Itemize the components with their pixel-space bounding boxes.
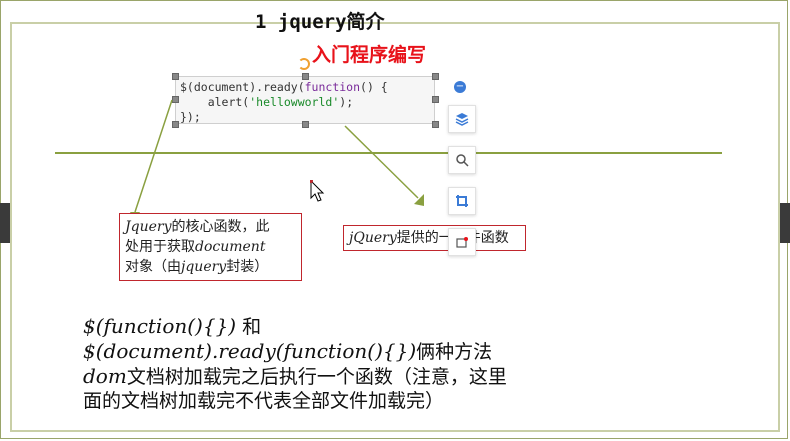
body-text: 和 [236, 316, 262, 338]
left-nav-tab[interactable] [0, 203, 10, 243]
arrow-line-right [344, 125, 419, 199]
crop-icon[interactable] [448, 187, 476, 215]
body-text: 俩种方法 [416, 341, 493, 363]
note-text: 对象（由 [125, 259, 181, 275]
note-text: jQuery [349, 230, 397, 246]
body-text: dom [83, 364, 127, 388]
body-text: 文档树加载完之后执行一个函数（注意，这里 [126, 366, 507, 388]
resize-icon[interactable] [448, 228, 476, 256]
note-text: 处用于获取 [125, 239, 195, 255]
body-line-2: $(document).ready(function(){})俩种方法 [83, 339, 507, 364]
note-text: Jquery [125, 219, 172, 235]
note-text: 的核心函数，此 [171, 219, 270, 235]
note-core-function: Jquery的核心函数，此 处用于获取document 对象（由jquery封装… [119, 213, 302, 281]
body-line-1: $(function(){}) 和 [83, 314, 507, 339]
body-line-4: 面的文档树加载完不代表全部文件加载完） [83, 390, 445, 412]
body-text: $(function(){}) [83, 314, 237, 338]
arrow-line-left [134, 99, 173, 213]
body-text: $(document).ready(function(){}) [83, 339, 417, 363]
zoom-icon[interactable] [448, 146, 476, 174]
body-text-block: $(function(){}) 和 $(document).ready(func… [83, 314, 507, 413]
mouse-pointer-icon [310, 180, 325, 202]
note-text: document [195, 239, 266, 255]
minus-icon[interactable]: − [454, 81, 466, 93]
layers-icon[interactable] [448, 105, 476, 133]
note-text: 封装） [226, 259, 269, 275]
note-jquery-function: jQuery提供的一个件函数 [343, 225, 526, 251]
right-nav-tab[interactable] [780, 203, 790, 243]
note-text: jquery [181, 259, 227, 275]
body-line-3: dom文档树加载完之后执行一个函数（注意，这里 [83, 364, 507, 389]
